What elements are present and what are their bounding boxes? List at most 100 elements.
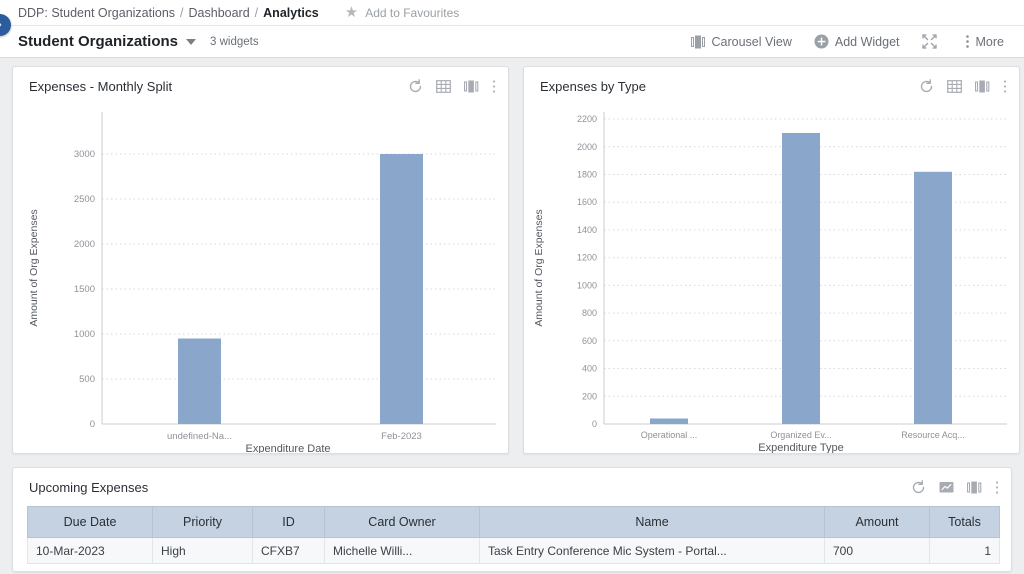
refresh-icon[interactable] [919,78,934,94]
bar-organized-ev [782,133,820,424]
bar-chart-icon[interactable] [967,480,982,495]
svg-text:1000: 1000 [577,280,597,290]
dashboard-title: Student Organizations [18,33,179,50]
bar-chart-svg: 0 200 400 600 800 1000 1200 1400 1600 18… [533,112,1007,453]
cell-id: CFXB7 [252,537,325,564]
widget-title: Expenses - Monthly Split [29,78,173,94]
widget-header: Expenses by Type [524,67,1019,105]
dashboard-toolbar: Carousel View Add Widget More [685,31,1010,52]
svg-text:2000: 2000 [577,142,597,152]
column-header-priority[interactable]: Priority [152,506,253,538]
widget-title: Upcoming Expenses [29,479,149,495]
cell-amount: 700 [824,537,930,564]
svg-text:1500: 1500 [74,284,95,295]
breadcrumb-separator: / [180,5,184,20]
column-header-totals[interactable]: Totals [929,506,1000,538]
more-label: More [975,34,1004,49]
svg-text:1000: 1000 [74,329,95,340]
upcoming-expenses-table: Due Date Priority ID Card Owner Name Amo… [27,506,1000,564]
svg-text:Feb-2023: Feb-2023 [381,431,422,442]
more-options-button[interactable]: More [959,31,1010,52]
breadcrumb-item-root[interactable]: DDP: Student Organizations [18,6,175,20]
column-header-due-date[interactable]: Due Date [27,506,153,538]
refresh-icon[interactable] [911,479,926,495]
refresh-icon[interactable] [408,78,423,94]
kebab-icon[interactable] [995,480,999,495]
table-row[interactable]: 10-Mar-2023 High CFXB7 Michelle Willi...… [27,537,1000,564]
breadcrumb-bar: › DDP: Student Organizations / Dashboard… [0,0,1024,36]
breadcrumb-item-analytics[interactable]: Analytics [263,6,319,20]
column-header-card-owner[interactable]: Card Owner [324,506,480,538]
svg-text:3000: 3000 [74,149,95,160]
bar-chart-icon[interactable] [975,79,990,94]
svg-text:800: 800 [582,308,597,318]
svg-text:undefined-Na...: undefined-Na... [167,431,232,442]
cell-card-owner: Michelle Willi... [324,537,480,564]
cell-name: Task Entry Conference Mic System - Porta… [479,537,825,564]
plus-circle-icon [814,34,829,49]
upcoming-expenses-table-wrapper[interactable]: Due Date Priority ID Card Owner Name Amo… [13,506,1011,564]
svg-text:600: 600 [582,336,597,346]
add-to-favourites-button[interactable]: ★ Add to Favourites [345,5,460,20]
chevron-down-icon[interactable] [186,38,197,45]
chart-expenses-by-type[interactable]: 0 200 400 600 800 1000 1200 1400 1600 18… [524,105,1019,453]
svg-text:200: 200 [582,391,597,401]
svg-text:0: 0 [90,419,95,430]
cell-priority: High [152,537,253,564]
widget-upcoming-expenses[interactable]: Upcoming Expenses Due Date Priority ID C… [12,467,1012,572]
bar-chart-svg: 0 500 1000 1500 2000 2500 3000 Amount of… [28,112,496,453]
table-icon[interactable] [436,79,451,94]
table-icon[interactable] [947,79,962,94]
widget-header-icons [408,78,496,94]
svg-text:Operational ...: Operational ... [641,430,698,440]
carousel-view-label: Carousel View [711,34,792,49]
svg-text:Amount of Org Expenses: Amount of Org Expenses [533,209,545,326]
expand-fullscreen-button[interactable] [916,31,949,52]
bar-feb-2023 [380,154,423,424]
kebab-icon[interactable] [1003,79,1007,94]
widget-row-top: Expenses - Monthly Split 0 500 1000 1500… [12,66,1020,454]
carousel-icon [690,35,706,49]
column-header-amount[interactable]: Amount [824,506,930,538]
widget-header: Expenses - Monthly Split [13,67,508,105]
widget-title: Expenses by Type [540,78,646,94]
widget-header-icons [919,78,1007,94]
dashboard-board: Expenses - Monthly Split 0 500 1000 1500… [0,58,1024,572]
bar-operational [650,418,688,424]
bar-resource-acq [914,171,952,424]
expand-icon [921,34,937,49]
svg-text:400: 400 [582,364,597,374]
svg-text:0: 0 [592,419,597,429]
breadcrumb-item-dashboard[interactable]: Dashboard [189,6,250,20]
column-header-name[interactable]: Name [479,506,825,538]
kebab-icon[interactable] [492,79,496,94]
svg-text:2500: 2500 [74,194,95,205]
widget-expenses-by-type[interactable]: Expenses by Type 0 200 400 600 800 1000 … [523,66,1020,454]
svg-text:Organized Ev...: Organized Ev... [770,430,831,440]
chart-expenses-monthly-split[interactable]: 0 500 1000 1500 2000 2500 3000 Amount of… [13,105,508,453]
svg-text:1600: 1600 [577,197,597,207]
cell-due-date: 10-Mar-2023 [27,537,153,564]
add-widget-label: Add Widget [834,34,900,49]
svg-text:1800: 1800 [577,170,597,180]
star-icon: ★ [344,4,359,21]
add-to-favourites-label: Add to Favourites [365,5,460,20]
add-widget-button[interactable]: Add Widget [808,31,906,52]
svg-text:2200: 2200 [577,114,597,124]
breadcrumb-separator: / [254,5,259,20]
bar-chart-icon[interactable] [464,79,479,94]
kebab-icon [965,34,970,49]
svg-text:Expenditure Date: Expenditure Date [246,443,331,453]
bar-undefined-na [178,338,221,424]
carousel-view-button[interactable]: Carousel View [685,32,798,52]
svg-text:Amount of Org Expenses: Amount of Org Expenses [28,209,40,326]
column-header-id[interactable]: ID [252,506,325,538]
widget-expenses-monthly-split[interactable]: Expenses - Monthly Split 0 500 1000 1500… [12,66,509,454]
image-chart-icon[interactable] [939,481,954,494]
table-header-row: Due Date Priority ID Card Owner Name Amo… [27,506,1000,538]
widget-header: Upcoming Expenses [13,468,1011,506]
svg-text:500: 500 [79,374,95,385]
widget-count-label: 3 widgets [210,35,259,48]
svg-text:Expenditure Type: Expenditure Type [758,442,843,453]
svg-text:2000: 2000 [74,239,95,250]
